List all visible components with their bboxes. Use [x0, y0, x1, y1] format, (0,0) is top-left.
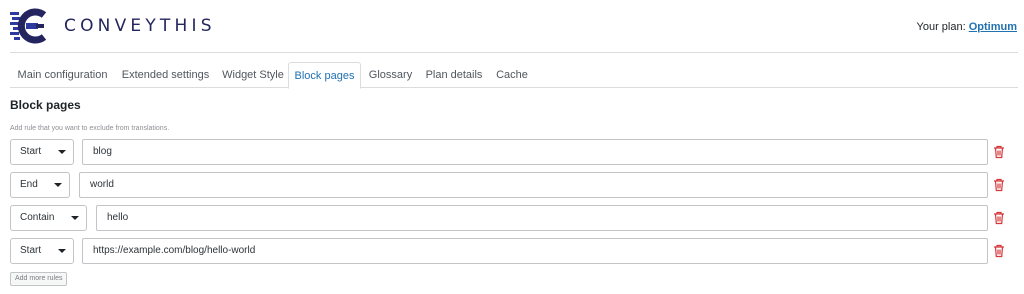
section-hint: Add rule that you want to exclude from t… [10, 125, 170, 132]
trash-icon[interactable] [992, 145, 1006, 159]
match-type-value: Start [20, 245, 42, 256]
tab-extended-settings[interactable]: Extended settings [116, 62, 215, 88]
brand-logo[interactable]: CONVEYTHIS [10, 8, 216, 44]
trash-icon[interactable] [992, 178, 1006, 192]
tab-widget-style[interactable]: Widget Style [216, 62, 290, 88]
brand-name: CONVEYTHIS [64, 16, 216, 36]
match-type-select[interactable]: Start [10, 238, 74, 264]
rule-row: End world [10, 172, 1010, 198]
caret-down-icon [58, 150, 66, 154]
rule-value-input[interactable]: world [79, 172, 988, 198]
tab-glossary[interactable]: Glossary [363, 62, 418, 88]
match-type-select[interactable]: End [10, 172, 70, 198]
page-title: Block pages [10, 98, 81, 112]
rule-value-input[interactable]: https://example.com/blog/hello-world [82, 238, 988, 264]
tab-cache[interactable]: Cache [490, 62, 534, 88]
plan-info: Your plan: Optimum [917, 21, 1017, 33]
trash-icon[interactable] [992, 244, 1006, 258]
rule-row: Start https://example.com/blog/hello-wor… [10, 238, 1010, 264]
rule-row: Contain hello [10, 205, 1010, 231]
caret-down-icon [54, 183, 62, 187]
rule-value-input[interactable]: blog [82, 139, 988, 165]
header-divider [10, 52, 1018, 53]
rule-value-input[interactable]: hello [96, 205, 988, 231]
settings-tabs: Main configuration Extended settings Wid… [10, 62, 1018, 89]
conveythis-logo-icon [10, 8, 47, 44]
plan-label: Your plan: [916, 21, 966, 33]
match-type-select[interactable]: Start [10, 139, 74, 165]
match-type-select[interactable]: Contain [10, 205, 87, 231]
rule-row: Start blog [10, 139, 1010, 165]
trash-icon[interactable] [992, 211, 1006, 225]
tab-plan-details[interactable]: Plan details [420, 62, 488, 88]
caret-down-icon [71, 216, 79, 220]
tab-main-configuration[interactable]: Main configuration [10, 62, 115, 88]
add-more-rules-button[interactable]: Add more rules [10, 272, 68, 286]
page-header: CONVEYTHIS Your plan: Optimum [0, 0, 1024, 52]
caret-down-icon [58, 249, 66, 253]
match-type-value: Contain [20, 212, 55, 223]
tab-block-pages[interactable]: Block pages [288, 62, 361, 89]
match-type-value: Start [20, 146, 42, 157]
plan-link[interactable]: Optimum [969, 21, 1017, 33]
match-type-value: End [20, 179, 38, 190]
